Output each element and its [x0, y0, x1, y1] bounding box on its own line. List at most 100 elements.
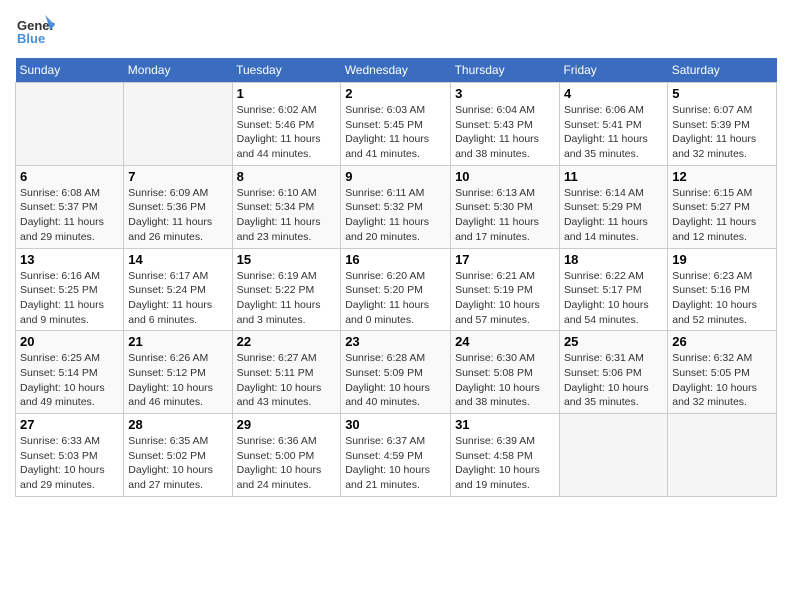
calendar-day-cell: 1 Sunrise: 6:02 AMSunset: 5:46 PMDaylight… — [232, 83, 341, 166]
day-info: Sunrise: 6:22 AMSunset: 5:17 PMDaylight:… — [564, 269, 663, 328]
calendar-day-cell: 28Sunrise: 6:35 AMSunset: 5:02 PMDayligh… — [124, 414, 232, 497]
day-number: 21 — [128, 334, 227, 349]
day-info: Sunrise: 6:28 AMSunset: 5:09 PMDaylight:… — [345, 351, 446, 410]
day-number: 8 — [237, 169, 337, 184]
day-info: Sunrise: 6:15 AMSunset: 5:27 PMDaylight:… — [672, 186, 772, 245]
calendar-week-row: 6Sunrise: 6:08 AMSunset: 5:37 PMDaylight… — [16, 165, 777, 248]
day-number: 31 — [455, 417, 555, 432]
logo-icon: General Blue — [15, 10, 55, 50]
calendar-day-cell — [124, 83, 232, 166]
day-info: Sunrise: 6:10 AMSunset: 5:34 PMDaylight:… — [237, 186, 337, 245]
day-number: 14 — [128, 252, 227, 267]
calendar-day-cell: 20 Sunrise: 6:25 AMSunset: 5:14 PMDayligh… — [16, 331, 124, 414]
day-number: 30 — [345, 417, 446, 432]
calendar-day-cell — [668, 414, 777, 497]
day-number: 24 — [455, 334, 555, 349]
day-info: Sunrise: 6:37 AMSunset: 4:59 PMDaylight:… — [345, 434, 446, 493]
day-number: 16 — [345, 252, 446, 267]
calendar-table: SundayMondayTuesdayWednesdayThursdayFrid… — [15, 58, 777, 497]
day-number: 28 — [128, 417, 227, 432]
day-info: Sunrise: 6:02 AMSunset: 5:46 PMDaylight:… — [237, 103, 337, 162]
calendar-day-cell — [559, 414, 667, 497]
day-number: 26 — [672, 334, 772, 349]
weekday-header-friday: Friday — [559, 58, 667, 83]
svg-text:Blue: Blue — [17, 31, 45, 46]
day-number: 1 — [237, 86, 337, 101]
day-info: Sunrise: 6:21 AMSunset: 5:19 PMDaylight:… — [455, 269, 555, 328]
calendar-day-cell: 4 Sunrise: 6:06 AMSunset: 5:41 PMDaylight… — [559, 83, 667, 166]
calendar-day-cell: 29 Sunrise: 6:36 AMSunset: 5:00 PMDayligh… — [232, 414, 341, 497]
day-info: Sunrise: 6:06 AMSunset: 5:41 PMDaylight:… — [564, 103, 663, 162]
calendar-day-cell: 14 Sunrise: 6:17 AMSunset: 5:24 PMDayligh… — [124, 248, 232, 331]
day-info: Sunrise: 6:09 AMSunset: 5:36 PMDaylight:… — [128, 186, 227, 245]
calendar-day-cell: 11Sunrise: 6:14 AMSunset: 5:29 PMDayligh… — [559, 165, 667, 248]
calendar-day-cell: 30 Sunrise: 6:37 AMSunset: 4:59 PMDayligh… — [341, 414, 451, 497]
day-number: 19 — [672, 252, 772, 267]
day-number: 7 — [128, 169, 227, 184]
calendar-day-cell: 26 Sunrise: 6:32 AMSunset: 5:05 PMDayligh… — [668, 331, 777, 414]
day-info: Sunrise: 6:17 AMSunset: 5:24 PMDaylight:… — [128, 269, 227, 328]
day-number: 20 — [20, 334, 119, 349]
day-number: 4 — [564, 86, 663, 101]
day-info: Sunrise: 6:16 AMSunset: 5:25 PMDaylight:… — [20, 269, 119, 328]
calendar-day-cell: 31 Sunrise: 6:39 AMSunset: 4:58 PMDayligh… — [451, 414, 560, 497]
calendar-day-cell: 8 Sunrise: 6:10 AMSunset: 5:34 PMDaylight… — [232, 165, 341, 248]
day-number: 5 — [672, 86, 772, 101]
calendar-day-cell: 18 Sunrise: 6:22 AMSunset: 5:17 PMDayligh… — [559, 248, 667, 331]
day-info: Sunrise: 6:27 AMSunset: 5:11 PMDaylight:… — [237, 351, 337, 410]
day-info: Sunrise: 6:04 AMSunset: 5:43 PMDaylight:… — [455, 103, 555, 162]
calendar-week-row: 1 Sunrise: 6:02 AMSunset: 5:46 PMDaylight… — [16, 83, 777, 166]
calendar-day-cell: 12 Sunrise: 6:15 AMSunset: 5:27 PMDayligh… — [668, 165, 777, 248]
day-info: Sunrise: 6:25 AMSunset: 5:14 PMDaylight:… — [20, 351, 119, 410]
day-number: 27 — [20, 417, 119, 432]
day-number: 17 — [455, 252, 555, 267]
calendar-day-cell: 13 Sunrise: 6:16 AMSunset: 5:25 PMDayligh… — [16, 248, 124, 331]
logo: General Blue — [15, 10, 55, 50]
day-number: 15 — [237, 252, 337, 267]
day-info: Sunrise: 6:30 AMSunset: 5:08 PMDaylight:… — [455, 351, 555, 410]
day-number: 22 — [237, 334, 337, 349]
day-number: 10 — [455, 169, 555, 184]
day-info: Sunrise: 6:08 AMSunset: 5:37 PMDaylight:… — [20, 186, 119, 245]
day-info: Sunrise: 6:23 AMSunset: 5:16 PMDaylight:… — [672, 269, 772, 328]
day-info: Sunrise: 6:20 AMSunset: 5:20 PMDaylight:… — [345, 269, 446, 328]
day-number: 25 — [564, 334, 663, 349]
calendar-day-cell: 15Sunrise: 6:19 AMSunset: 5:22 PMDayligh… — [232, 248, 341, 331]
calendar-day-cell: 9 Sunrise: 6:11 AMSunset: 5:32 PMDaylight… — [341, 165, 451, 248]
day-info: Sunrise: 6:33 AMSunset: 5:03 PMDaylight:… — [20, 434, 119, 493]
calendar-day-cell: 3 Sunrise: 6:04 AMSunset: 5:43 PMDaylight… — [451, 83, 560, 166]
day-info: Sunrise: 6:39 AMSunset: 4:58 PMDaylight:… — [455, 434, 555, 493]
day-number: 13 — [20, 252, 119, 267]
day-info: Sunrise: 6:26 AMSunset: 5:12 PMDaylight:… — [128, 351, 227, 410]
day-info: Sunrise: 6:07 AMSunset: 5:39 PMDaylight:… — [672, 103, 772, 162]
calendar-day-cell: 16 Sunrise: 6:20 AMSunset: 5:20 PMDayligh… — [341, 248, 451, 331]
calendar-day-cell: 17 Sunrise: 6:21 AMSunset: 5:19 PMDayligh… — [451, 248, 560, 331]
weekday-header-thursday: Thursday — [451, 58, 560, 83]
calendar-week-row: 20 Sunrise: 6:25 AMSunset: 5:14 PMDayligh… — [16, 331, 777, 414]
calendar-day-cell: 21 Sunrise: 6:26 AMSunset: 5:12 PMDayligh… — [124, 331, 232, 414]
day-number: 3 — [455, 86, 555, 101]
day-info: Sunrise: 6:03 AMSunset: 5:45 PMDaylight:… — [345, 103, 446, 162]
day-number: 9 — [345, 169, 446, 184]
day-number: 2 — [345, 86, 446, 101]
day-number: 29 — [237, 417, 337, 432]
calendar-week-row: 27 Sunrise: 6:33 AMSunset: 5:03 PMDayligh… — [16, 414, 777, 497]
calendar-day-cell: 25 Sunrise: 6:31 AMSunset: 5:06 PMDayligh… — [559, 331, 667, 414]
calendar-day-cell: 7 Sunrise: 6:09 AMSunset: 5:36 PMDaylight… — [124, 165, 232, 248]
weekday-header-row: SundayMondayTuesdayWednesdayThursdayFrid… — [16, 58, 777, 83]
day-info: Sunrise: 6:32 AMSunset: 5:05 PMDaylight:… — [672, 351, 772, 410]
calendar-day-cell: 22 Sunrise: 6:27 AMSunset: 5:11 PMDayligh… — [232, 331, 341, 414]
day-info: Sunrise: 6:31 AMSunset: 5:06 PMDaylight:… — [564, 351, 663, 410]
calendar-day-cell: 23Sunrise: 6:28 AMSunset: 5:09 PMDayligh… — [341, 331, 451, 414]
day-number: 12 — [672, 169, 772, 184]
weekday-header-wednesday: Wednesday — [341, 58, 451, 83]
calendar-day-cell: 6Sunrise: 6:08 AMSunset: 5:37 PMDaylight… — [16, 165, 124, 248]
day-info: Sunrise: 6:11 AMSunset: 5:32 PMDaylight:… — [345, 186, 446, 245]
calendar-day-cell: 2 Sunrise: 6:03 AMSunset: 5:45 PMDaylight… — [341, 83, 451, 166]
calendar-day-cell — [16, 83, 124, 166]
weekday-header-sunday: Sunday — [16, 58, 124, 83]
day-info: Sunrise: 6:36 AMSunset: 5:00 PMDaylight:… — [237, 434, 337, 493]
calendar-week-row: 13 Sunrise: 6:16 AMSunset: 5:25 PMDayligh… — [16, 248, 777, 331]
calendar-day-cell: 24 Sunrise: 6:30 AMSunset: 5:08 PMDayligh… — [451, 331, 560, 414]
day-number: 18 — [564, 252, 663, 267]
